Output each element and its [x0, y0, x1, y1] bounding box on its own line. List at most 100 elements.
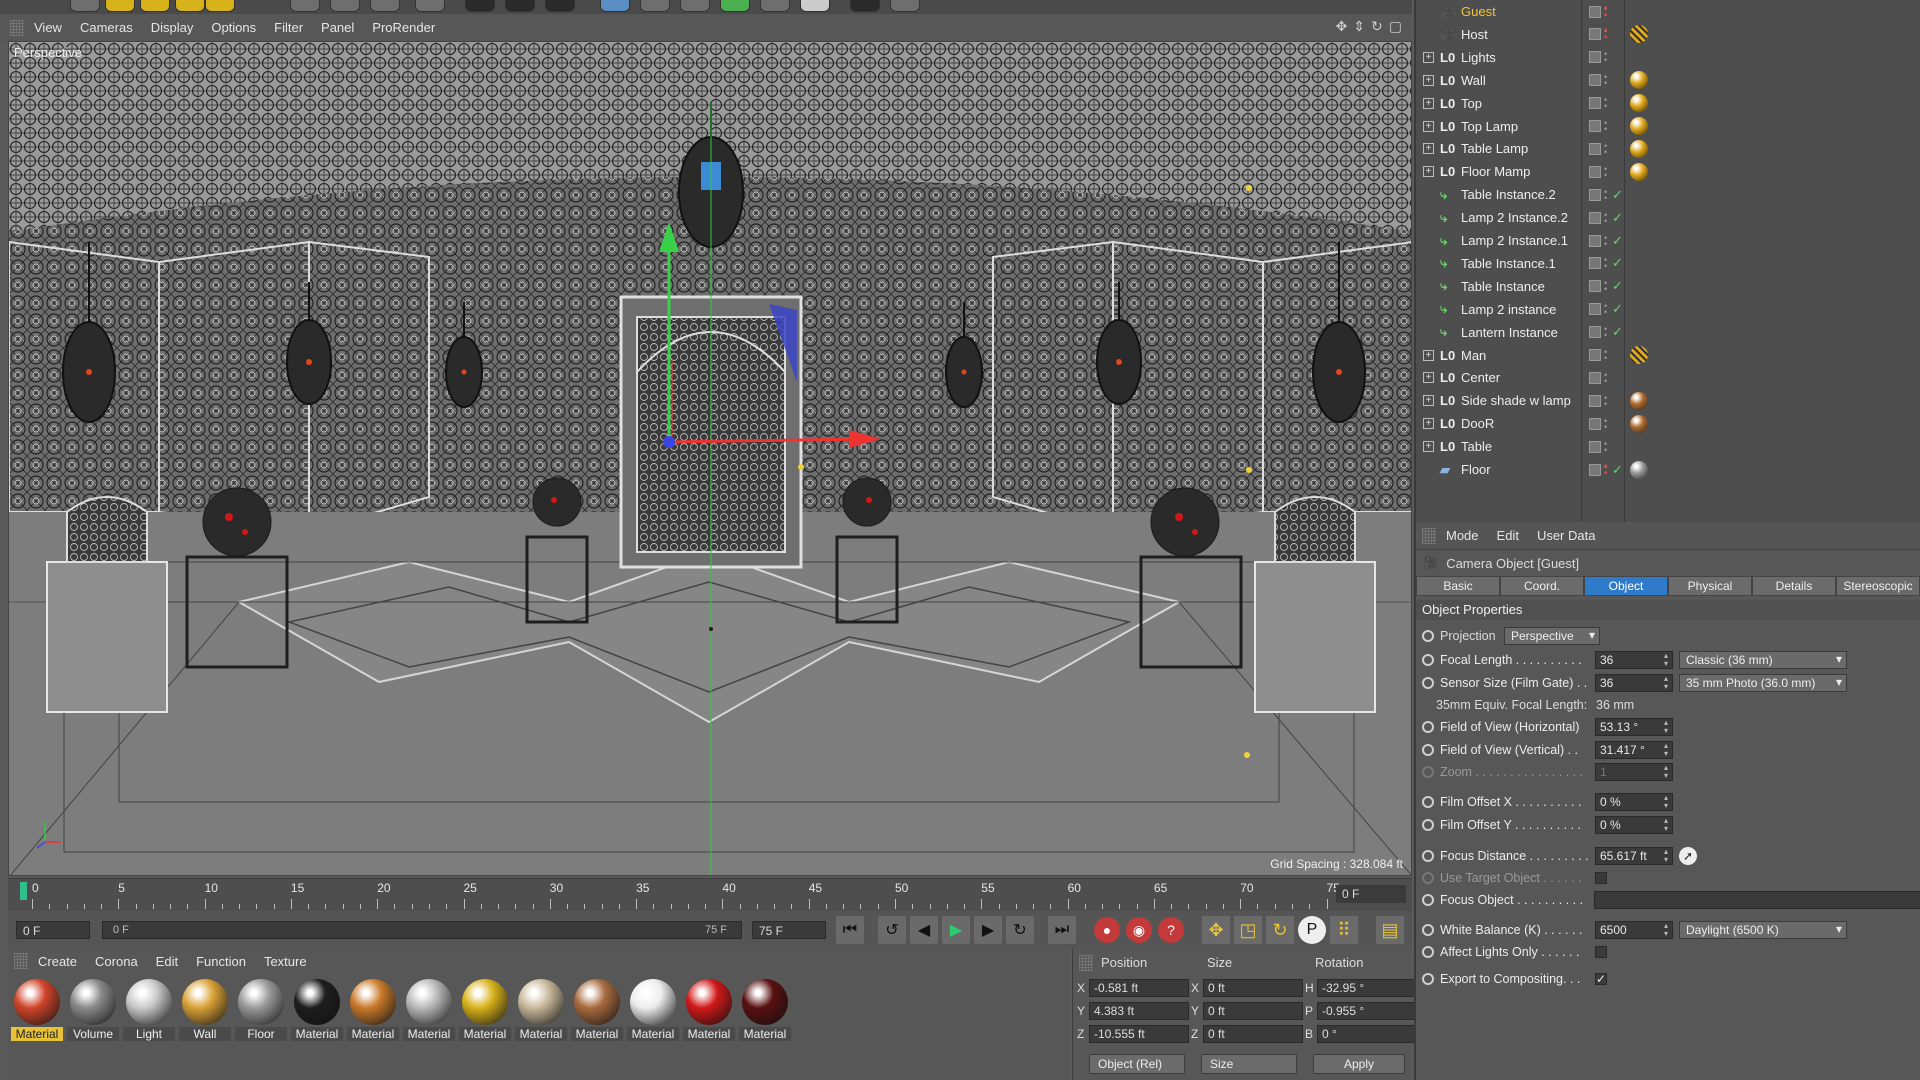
anim-radio[interactable]	[1422, 924, 1434, 936]
object-name[interactable]: Top	[1461, 96, 1482, 111]
enabled-check-icon[interactable]: ✓	[1612, 233, 1623, 249]
attr-menu-userdata[interactable]: User Data	[1537, 528, 1596, 543]
tab-coord[interactable]: Coord.	[1500, 576, 1584, 596]
pen-icon[interactable]	[640, 0, 670, 12]
anim-radio[interactable]	[1422, 894, 1434, 906]
position-x-field[interactable]: -0.581 ft	[1089, 979, 1189, 997]
enabled-check-icon[interactable]: ✓	[1612, 324, 1623, 340]
rotate-tool-icon[interactable]	[205, 0, 235, 12]
visibility-dots-icon[interactable]: • •	[1604, 119, 1610, 134]
object-name[interactable]: DooR	[1461, 416, 1494, 431]
object-name[interactable]: Top Lamp	[1461, 119, 1518, 134]
object-row[interactable]: ⤷ Table Instance • • ✓	[1416, 275, 1920, 298]
preview-range-slider[interactable]: 0 F 75 F	[102, 921, 742, 939]
layer-icon[interactable]	[1589, 234, 1601, 247]
object-row[interactable]: + L0 Floor Mamp • •	[1416, 160, 1920, 183]
anim-radio[interactable]	[1422, 973, 1434, 985]
next-frame-icon[interactable]: ▶	[974, 916, 1002, 944]
go-to-start-icon[interactable]: ⏮	[836, 916, 864, 944]
object-name[interactable]: Table Instance.2	[1461, 187, 1556, 202]
layer-icon[interactable]	[1589, 303, 1601, 316]
protection-tag-icon[interactable]	[1630, 25, 1648, 44]
object-row[interactable]: + L0 Table Lamp • •	[1416, 137, 1920, 160]
menu-display[interactable]: Display	[151, 20, 194, 35]
menu-view[interactable]: View	[34, 20, 62, 35]
x-axis-icon[interactable]	[290, 0, 320, 12]
go-to-end-icon[interactable]: ⏭	[1048, 916, 1076, 944]
visibility-dots-icon[interactable]: • •	[1604, 279, 1610, 294]
z-axis-icon[interactable]	[370, 0, 400, 12]
start-frame-field[interactable]: 0 F	[16, 921, 90, 939]
expand-icon[interactable]: +	[1423, 120, 1434, 132]
subdivision-icon[interactable]	[680, 0, 710, 12]
material-menu-edit[interactable]: Edit	[156, 954, 178, 969]
attr-menu-edit[interactable]: Edit	[1497, 528, 1519, 543]
light-icon[interactable]	[890, 0, 920, 12]
layer-icon[interactable]	[1589, 211, 1601, 224]
deformer-icon[interactable]	[760, 0, 790, 12]
object-row[interactable]: ⤷ Lamp 2 Instance.2 • • ✓	[1416, 206, 1920, 229]
layer-icon[interactable]	[1589, 280, 1601, 293]
material-swatch[interactable]: Material	[346, 977, 400, 1043]
enabled-check-icon[interactable]: ✓	[1612, 462, 1623, 478]
object-name[interactable]: Table Instance.1	[1461, 256, 1556, 271]
focal-preset-dropdown[interactable]: Classic (36 mm)	[1679, 651, 1847, 669]
generator-icon[interactable]	[720, 0, 750, 12]
fov-vertical-field[interactable]: 31.417 °	[1595, 741, 1673, 759]
object-name[interactable]: Table Lamp	[1461, 141, 1528, 156]
sensor-size-field[interactable]: 36	[1595, 674, 1673, 692]
enabled-check-icon[interactable]: ✓	[1612, 187, 1623, 203]
object-row[interactable]: + L0 Top Lamp • •	[1416, 115, 1920, 138]
expand-icon[interactable]: +	[1423, 372, 1434, 384]
material-swatch[interactable]: Floor	[234, 977, 288, 1043]
visibility-dots-icon[interactable]: • •	[1604, 325, 1610, 340]
material-tag-icon[interactable]	[1630, 414, 1648, 433]
material-tag-icon[interactable]	[1630, 71, 1648, 90]
viewport-camera-label[interactable]: Perspective	[14, 45, 82, 60]
object-row[interactable]: + L0 Side shade w lamp • •	[1416, 389, 1920, 412]
white-balance-preset-dropdown[interactable]: Daylight (6500 K)	[1679, 921, 1847, 939]
record-position-icon[interactable]: ✥	[1202, 916, 1230, 944]
visibility-dots-icon[interactable]: • •	[1604, 416, 1610, 431]
layer-icon[interactable]	[1589, 51, 1601, 64]
material-swatch[interactable]: Material	[458, 977, 512, 1043]
object-name[interactable]: Floor	[1461, 462, 1491, 477]
material-swatch[interactable]: Material	[570, 977, 624, 1043]
previous-key-icon[interactable]: ↺	[878, 916, 906, 944]
expand-icon[interactable]: +	[1423, 74, 1434, 86]
projection-dropdown[interactable]: Perspective	[1504, 627, 1600, 645]
enabled-check-icon[interactable]: ✓	[1612, 278, 1623, 294]
expand-icon[interactable]: +	[1423, 51, 1434, 63]
visibility-dots-icon[interactable]: • •	[1604, 302, 1610, 317]
coord-system-icon[interactable]	[415, 0, 445, 12]
affect-lights-checkbox[interactable]	[1595, 946, 1607, 958]
rotation-b-field[interactable]: 0 °	[1317, 1025, 1417, 1043]
object-row[interactable]: ⤷ Lamp 2 Instance.1 • • ✓	[1416, 229, 1920, 252]
layer-icon[interactable]	[1589, 326, 1601, 339]
undo-icon[interactable]	[70, 0, 100, 12]
record-active-icon[interactable]: ●	[1094, 917, 1120, 943]
attr-menu-mode[interactable]: Mode	[1446, 528, 1479, 543]
rotation-h-field[interactable]: -32.95 °	[1317, 979, 1417, 997]
material-swatch[interactable]: Material	[682, 977, 736, 1043]
visibility-dots-icon[interactable]: • •	[1604, 348, 1610, 363]
object-row[interactable]: ⤷ Lantern Instance • • ✓	[1416, 321, 1920, 344]
anim-radio[interactable]	[1422, 850, 1434, 862]
object-name[interactable]: Guest	[1461, 4, 1496, 19]
material-tag-icon[interactable]	[1630, 94, 1648, 113]
cube-icon[interactable]	[600, 0, 630, 12]
object-row[interactable]: + L0 Center • •	[1416, 366, 1920, 389]
object-row[interactable]: ▰ Floor • • ✓ • •	[1416, 458, 1920, 481]
perspective-viewport[interactable]: Perspective Grid Spacing : 328.084 ft	[8, 41, 1412, 876]
anim-radio[interactable]	[1422, 630, 1434, 642]
material-swatch[interactable]: Volume	[66, 977, 120, 1043]
enabled-check-icon[interactable]: ✓	[1612, 301, 1623, 317]
record-scale-icon[interactable]: ◳	[1234, 916, 1262, 944]
film-offset-x-field[interactable]: 0 %	[1595, 793, 1673, 811]
size-mode-dropdown[interactable]: Size	[1201, 1054, 1297, 1074]
layer-icon[interactable]	[1589, 28, 1601, 41]
material-tag-icon[interactable]	[1630, 117, 1648, 135]
expand-icon[interactable]: +	[1423, 418, 1434, 430]
size-z-field[interactable]: 0 ft	[1203, 1025, 1303, 1043]
material-menu-function[interactable]: Function	[196, 954, 246, 969]
